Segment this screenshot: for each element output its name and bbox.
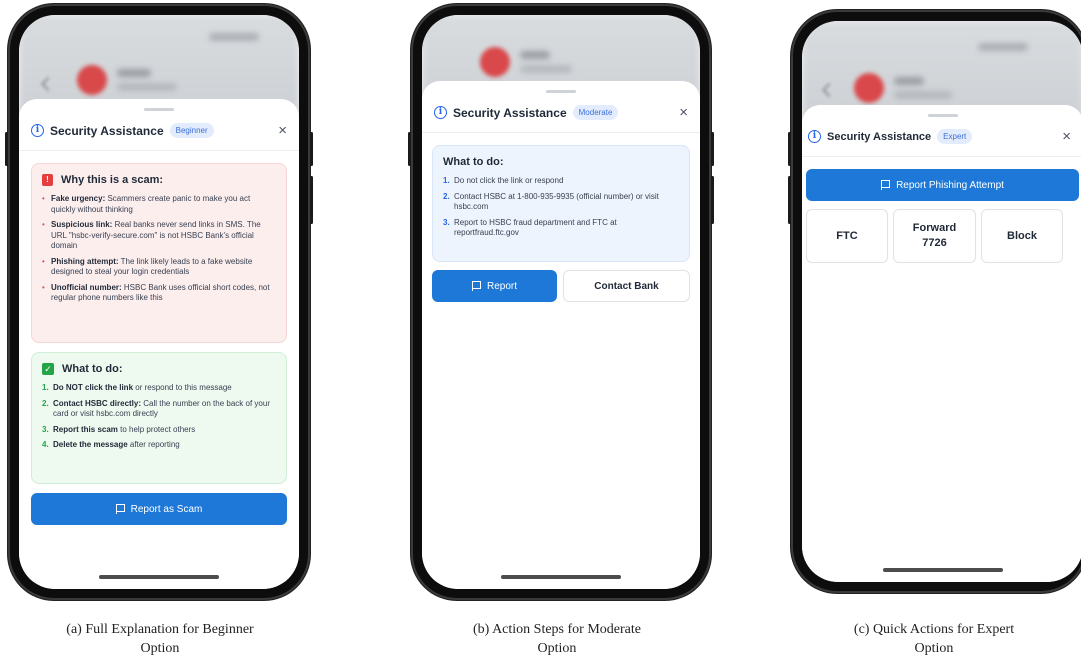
phone-screen: i Security Assistance Moderate × What to… <box>422 15 700 589</box>
report-button[interactable]: Report <box>432 270 557 302</box>
security-sheet: i Security Assistance Beginner × ! Why t… <box>19 99 299 589</box>
list-item: Phishing attempt: The link likely leads … <box>42 257 276 278</box>
info-icon: i <box>434 106 447 119</box>
flag-icon <box>471 281 482 291</box>
list-item: 3. Report to HSBC fraud department and FT… <box>443 217 617 238</box>
flag-icon <box>115 504 125 514</box>
side-button <box>788 132 791 166</box>
side-button <box>788 176 791 224</box>
reason-list: Fake urgency: Scammers create panic to m… <box>42 194 276 304</box>
list-item: 1. Do NOT click the link or respond to th… <box>42 383 232 392</box>
sheet-header: i Security Assistance Beginner × <box>19 111 299 151</box>
close-icon[interactable]: × <box>679 105 688 120</box>
sender-avatar <box>854 73 884 103</box>
phone-screen: i Security Assistance Expert × Report Ph… <box>802 21 1081 582</box>
what-to-do-box: ✓ What to do: 1. Do NOT click the link or… <box>31 352 287 484</box>
step-list: 1. Do NOT click the link or respond to th… <box>42 383 276 451</box>
home-indicator <box>99 575 219 579</box>
check-icon: ✓ <box>42 363 54 375</box>
phone-moderate: i Security Assistance Moderate × What to… <box>408 4 714 600</box>
list-item: 2. Contact HSBC at 1-800-935-9935 (offici… <box>443 191 659 212</box>
sender-avatar <box>480 47 510 77</box>
close-icon[interactable]: × <box>278 123 287 138</box>
forward-7726-button[interactable]: Forward 7726 <box>893 209 976 263</box>
list-item: 2. Contact HSBC directly: Call the number… <box>42 398 270 419</box>
side-button <box>310 132 313 166</box>
close-icon[interactable]: × <box>1062 129 1071 144</box>
phone-expert: i Security Assistance Expert × Report Ph… <box>788 10 1081 593</box>
blurred-sender-name <box>117 69 151 77</box>
sheet-header: i Security Assistance Expert × <box>802 117 1081 157</box>
list-item: 4. Delete the message after reporting <box>42 440 180 449</box>
level-badge: Beginner <box>169 123 214 138</box>
sheet-header: i Security Assistance Moderate × <box>422 93 700 133</box>
why-scam-heading: Why this is a scam: <box>61 174 164 186</box>
side-button <box>5 132 8 166</box>
level-badge: Expert <box>937 129 973 144</box>
blurred-sender-detail <box>117 83 177 91</box>
step-list: 1. Do not click the link or respond 2. Con… <box>443 176 679 239</box>
report-phishing-button[interactable]: Report Phishing Attempt <box>806 169 1079 201</box>
info-icon: i <box>808 130 821 143</box>
blurred-sender-name <box>894 77 924 85</box>
blurred-status-bar <box>978 43 1028 51</box>
sender-avatar <box>77 65 107 95</box>
report-as-scam-label: Report as Scam <box>130 503 203 515</box>
quick-actions-row: FTC Forward 7726 Block <box>806 209 1079 265</box>
report-phishing-label: Report Phishing Attempt <box>896 179 1004 191</box>
report-label: Report <box>486 280 517 292</box>
why-scam-title: ! Why this is a scam: <box>42 174 276 186</box>
why-scam-box: ! Why this is a scam: Fake urgency: Scam… <box>31 163 287 343</box>
blurred-sender-detail <box>894 91 952 99</box>
blurred-sender-detail <box>520 65 572 73</box>
security-sheet: i Security Assistance Moderate × What to… <box>422 81 700 589</box>
sheet-title: Security Assistance <box>50 123 164 138</box>
side-button <box>711 176 714 224</box>
contact-bank-button[interactable]: Contact Bank <box>563 270 690 302</box>
what-to-do-title: ✓ What to do: <box>42 363 276 375</box>
home-indicator <box>882 568 1003 572</box>
list-item: Unofficial number: HSBC Bank uses offici… <box>42 283 276 304</box>
blurred-status-bar <box>209 33 259 41</box>
sheet-title: Security Assistance <box>827 130 932 143</box>
side-button <box>310 176 313 224</box>
security-sheet: i Security Assistance Expert × Report Ph… <box>802 105 1081 582</box>
caption-moderate: (b) Action Steps for Moderate Option <box>473 622 641 656</box>
sheet-title: Security Assistance <box>453 105 567 120</box>
what-to-do-heading: What to do: <box>443 156 504 168</box>
home-indicator <box>501 575 621 579</box>
list-item: Fake urgency: Scammers create panic to m… <box>42 194 276 215</box>
info-icon: i <box>31 124 44 137</box>
action-row: Report Contact Bank <box>432 270 690 302</box>
what-to-do-heading: What to do: <box>62 363 123 375</box>
flag-icon <box>881 180 891 190</box>
phone-beginner: i Security Assistance Beginner × ! Why t… <box>5 4 313 600</box>
report-as-scam-button[interactable]: Report as Scam <box>31 493 287 525</box>
list-item: Suspicious link: Real banks never send l… <box>42 220 276 252</box>
ftc-button[interactable]: FTC <box>806 209 888 263</box>
side-button <box>408 132 411 166</box>
list-item: 3. Report this scam to help protect other… <box>42 424 196 434</box>
list-item: 1. Do not click the link or respond <box>443 176 564 185</box>
blurred-sender-name <box>520 51 550 59</box>
what-to-do-box: What to do: 1. Do not click the link or r… <box>432 145 690 262</box>
level-badge: Moderate <box>572 105 619 120</box>
caption-beginner: (a) Full Explanation for Beginner Option <box>66 622 254 656</box>
block-button[interactable]: Block <box>981 209 1063 263</box>
caption-expert: (c) Quick Actions for Expert Option <box>853 622 1015 656</box>
side-button <box>711 132 714 166</box>
alert-icon: ! <box>42 174 53 186</box>
phone-screen: i Security Assistance Beginner × ! Why t… <box>19 15 299 589</box>
